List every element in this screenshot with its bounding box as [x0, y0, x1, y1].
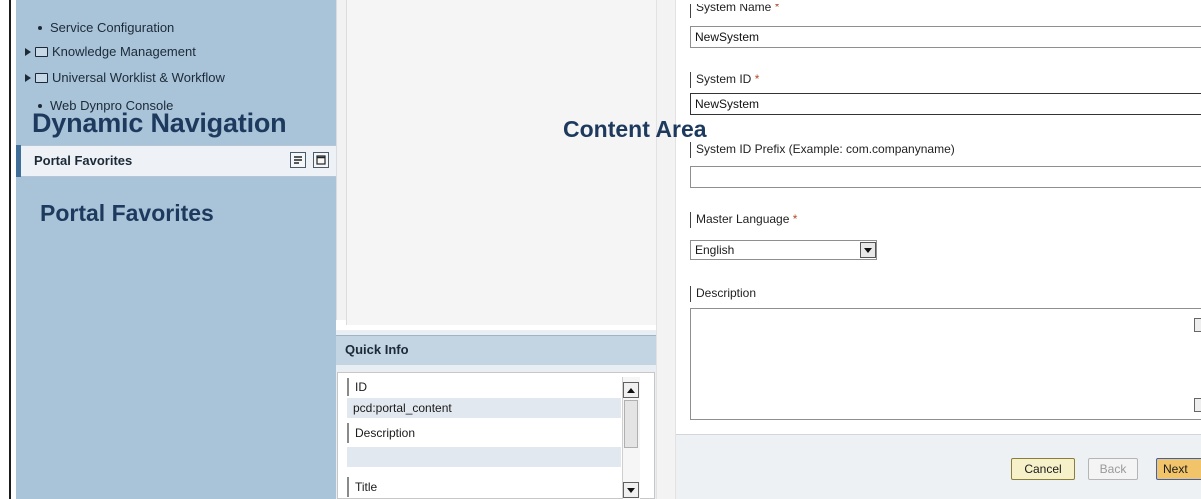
arrow-down-icon: [627, 487, 635, 493]
master-language-label: Master Language *: [690, 212, 797, 228]
panel-separator: [656, 0, 676, 499]
portal-favorites-annotation: Portal Favorites: [40, 200, 214, 226]
favorites-maximize-button[interactable]: [313, 152, 329, 168]
window-edge: [0, 0, 9, 499]
nav-item-knowledge-management[interactable]: Knowledge Management: [25, 44, 196, 59]
back-button[interactable]: Back: [1088, 458, 1138, 480]
favorites-bar-accent: [16, 145, 21, 177]
description-label: Description: [690, 286, 756, 302]
nav-item-label: Service Configuration: [50, 20, 175, 35]
textarea-scroll-down[interactable]: [1194, 398, 1201, 412]
nav-item-label: Universal Worklist & Workflow: [52, 70, 225, 85]
scroll-up-button[interactable]: [623, 382, 639, 398]
scrollbar-thumb[interactable]: [624, 400, 638, 448]
quick-info-title: Quick Info: [345, 342, 409, 357]
system-name-label: System Name *: [690, 4, 779, 18]
content-area-annotation: Content Area: [563, 116, 707, 142]
system-id-label: System ID *: [690, 72, 759, 88]
middle-panel-inner: [346, 0, 656, 325]
expand-arrow-icon: [25, 47, 31, 56]
dropdown-button[interactable]: [860, 242, 876, 258]
system-id-field[interactable]: NewSystem: [690, 93, 1201, 115]
scroll-down-button[interactable]: [623, 482, 639, 498]
folder-icon: [35, 46, 48, 57]
quick-info-title-label: Title: [347, 477, 621, 497]
favorites-menu-button[interactable]: [290, 152, 306, 168]
nav-item-service-configuration[interactable]: Service Configuration: [38, 20, 174, 35]
folder-icon: [35, 72, 48, 83]
textarea-scroll-up[interactable]: [1194, 318, 1201, 332]
bullet-icon: [38, 103, 42, 108]
quick-info-id-value: pcd:portal_content: [347, 398, 621, 418]
master-language-select[interactable]: English: [690, 240, 877, 260]
quick-info-description-label: Description: [347, 423, 621, 443]
quick-info-description-value: [347, 447, 621, 467]
system-id-prefix-field[interactable]: [690, 166, 1201, 188]
next-button[interactable]: Next: [1156, 458, 1201, 480]
expand-arrow-icon: [25, 73, 31, 82]
bullet-icon: [38, 25, 42, 30]
window-border: [9, 0, 11, 499]
nav-item-label: Knowledge Management: [52, 44, 196, 59]
window-maximize-icon: [316, 155, 326, 165]
arrow-up-icon: [627, 387, 635, 393]
nav-item-universal-worklist[interactable]: Universal Worklist & Workflow: [25, 70, 225, 85]
list-menu-icon: [294, 156, 302, 164]
system-name-field[interactable]: NewSystem: [690, 26, 1201, 48]
description-textarea[interactable]: [690, 308, 1201, 420]
system-id-prefix-label: System ID Prefix (Example: com.companyna…: [690, 142, 955, 158]
dynamic-navigation-annotation: Dynamic Navigation: [32, 108, 287, 138]
chevron-down-icon: [864, 247, 872, 253]
cancel-button[interactable]: Cancel: [1011, 458, 1075, 480]
quick-info-id-label: ID: [347, 378, 621, 396]
portal-favorites-title: Portal Favorites: [34, 153, 133, 168]
